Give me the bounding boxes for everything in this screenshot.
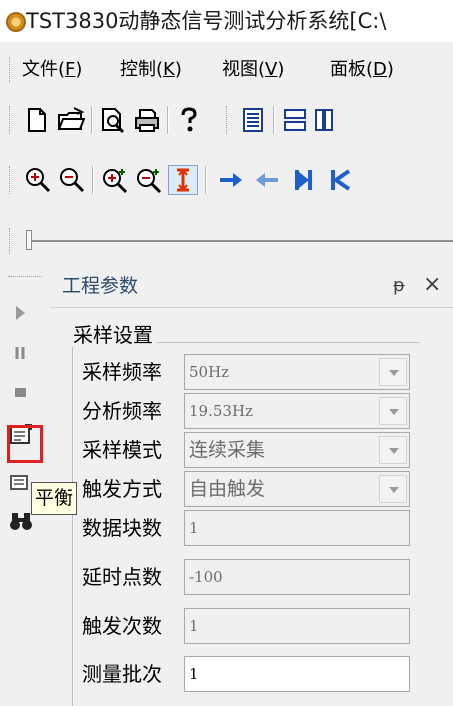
trigger-mode-label: 触发方式 xyxy=(82,477,162,501)
close-icon[interactable]: × xyxy=(423,273,441,297)
sampling-rate-label: 采样频率 xyxy=(82,360,162,384)
chevron-down-icon[interactable] xyxy=(379,358,407,386)
chevron-down-icon[interactable] xyxy=(379,475,407,503)
slider-track[interactable] xyxy=(30,240,453,242)
layout-columns-icon[interactable] xyxy=(312,105,342,135)
toolbar-separator xyxy=(91,106,92,134)
jump-start-icon[interactable] xyxy=(324,165,354,195)
arrow-right-icon[interactable] xyxy=(216,165,246,195)
highlight-box xyxy=(7,425,43,463)
menu-file[interactable]: 文件(F) xyxy=(22,59,82,81)
app-icon[interactable] xyxy=(6,12,26,32)
chevron-down-icon[interactable] xyxy=(379,436,407,464)
window-title: TST3830动静态信号测试分析系统[C:\ xyxy=(26,9,387,33)
zoom-out-icon[interactable] xyxy=(56,165,86,195)
analysis-frequency-label: 分析频率 xyxy=(82,399,162,423)
zoom-in-x-icon[interactable] xyxy=(100,165,130,195)
delay-points-field: -100 xyxy=(184,559,410,595)
new-file-icon[interactable] xyxy=(22,105,52,135)
sampling-rate-value: 50Hz xyxy=(189,363,230,381)
toolbar-grip[interactable] xyxy=(8,276,42,279)
panel-title: 工程参数 xyxy=(62,275,139,297)
toolbar-separator xyxy=(205,166,206,194)
sampling-mode-select[interactable]: 连续采集 xyxy=(184,432,410,468)
sampling-mode-label: 采样模式 xyxy=(82,438,162,462)
zoom-toolbar xyxy=(0,160,453,200)
jump-end-icon[interactable] xyxy=(288,165,318,195)
zoom-in-icon[interactable] xyxy=(22,165,52,195)
delay-points-label: 延时点数 xyxy=(82,565,162,589)
panel-header: 工程参数 ᵽ × xyxy=(50,262,453,308)
stop-icon[interactable] xyxy=(4,376,38,410)
analysis-frequency-value: 19.53Hz xyxy=(189,402,253,420)
project-parameters-panel: 工程参数 ᵽ × 采样设置 采样频率 50Hz 分析频率 19.53Hz 采样模… xyxy=(50,262,453,706)
trigger-mode-value: 自由触发 xyxy=(189,478,266,500)
title-bar: TST3830动静态信号测试分析系统[C:\ xyxy=(0,0,453,42)
print-preview-icon[interactable] xyxy=(98,105,128,135)
toolbar-grip[interactable] xyxy=(9,228,12,254)
toolbar-separator xyxy=(167,106,168,134)
block-count-label: 数据块数 xyxy=(82,516,162,540)
menu-panel[interactable]: 面板(D) xyxy=(330,59,394,81)
toolbar-separator xyxy=(273,106,274,134)
trigger-count-field: 1 xyxy=(184,608,410,644)
block-count-field: 1 xyxy=(184,510,410,546)
menu-control[interactable]: 控制(K) xyxy=(120,59,182,81)
balance-tooltip: 平衡 xyxy=(31,482,77,515)
toolbar-separator xyxy=(92,166,93,194)
menu-view[interactable]: 视图(V) xyxy=(222,59,284,81)
measurement-batch-input[interactable]: 1 xyxy=(184,656,410,692)
pause-icon[interactable] xyxy=(4,336,38,370)
sampling-mode-value: 连续采集 xyxy=(189,439,266,461)
menu-grip[interactable] xyxy=(9,57,12,83)
toolbar-grip[interactable] xyxy=(9,166,12,194)
menu-bar: 文件(F) 控制(K) 视图(V) 面板(D) xyxy=(0,50,453,90)
print-icon[interactable] xyxy=(132,105,162,135)
measurement-batch-label: 测量批次 xyxy=(82,662,162,686)
cursor-icon[interactable] xyxy=(168,165,198,195)
trigger-count-label: 触发次数 xyxy=(82,614,162,638)
layout-rows-icon[interactable] xyxy=(280,105,310,135)
zoom-out-x-icon[interactable] xyxy=(134,165,164,195)
open-folder-icon[interactable] xyxy=(56,105,86,135)
trigger-mode-select[interactable]: 自由触发 xyxy=(184,471,410,507)
arrow-left-icon[interactable] xyxy=(252,165,282,195)
group-title: 采样设置 xyxy=(70,323,156,347)
layout-list-icon[interactable] xyxy=(238,105,268,135)
play-icon[interactable] xyxy=(4,296,38,330)
pin-icon[interactable]: ᵽ xyxy=(393,276,405,296)
standard-toolbar xyxy=(0,100,453,140)
help-icon[interactable] xyxy=(174,105,204,135)
analysis-frequency-select[interactable]: 19.53Hz xyxy=(184,393,410,429)
sampling-rate-select[interactable]: 50Hz xyxy=(184,354,410,390)
toolbar-grip[interactable] xyxy=(226,106,229,134)
slider-thumb[interactable] xyxy=(26,230,32,250)
toolbar-grip[interactable] xyxy=(9,106,12,134)
position-slider-bar xyxy=(0,224,453,258)
chevron-down-icon[interactable] xyxy=(379,397,407,425)
